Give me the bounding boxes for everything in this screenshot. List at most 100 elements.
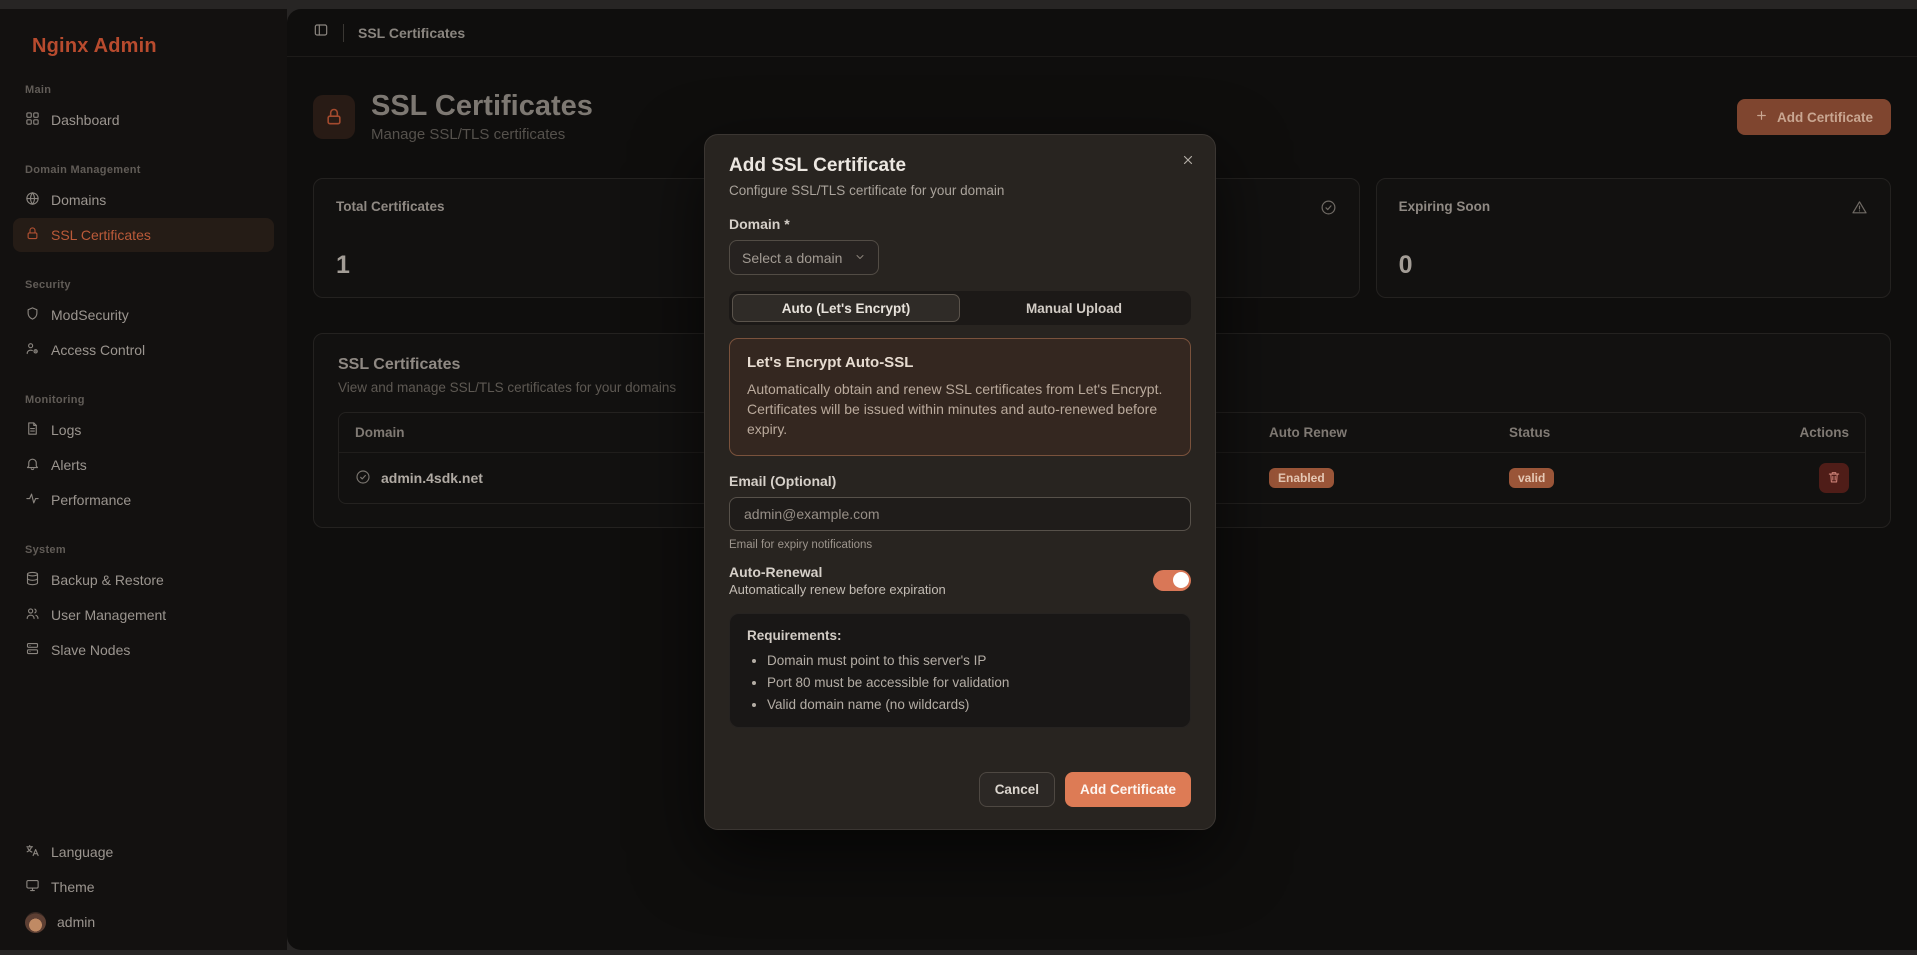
section-label: Security (25, 279, 71, 291)
tab-manual-upload[interactable]: Manual Upload (960, 294, 1188, 322)
sidebar-item-label: admin (57, 914, 96, 930)
sidebar-item-label: Access Control (51, 342, 146, 358)
info-box-body: Automatically obtain and renew SSL certi… (747, 381, 1163, 437)
domain-select-value: Select a domain (742, 249, 843, 266)
stat-label: Expiring Soon (1398, 199, 1491, 214)
sidebar-item-language[interactable]: Language (13, 835, 274, 869)
sidebar-item-modsecurity[interactable]: ModSecurity (13, 298, 274, 332)
sidebar-item-label: Logs (51, 422, 82, 438)
section-label: System (25, 544, 66, 556)
column-header-actions: Actions (1799, 425, 1849, 440)
sidebar-item-access-control[interactable]: Access Control (13, 333, 274, 367)
globe-icon (25, 191, 40, 209)
stat-value: 0 (1398, 251, 1413, 279)
submit-add-certificate-button[interactable]: Add Certificate (1064, 772, 1191, 807)
close-icon[interactable] (1177, 149, 1199, 174)
modal-subtitle: Configure SSL/TLS certificate for your d… (729, 183, 1005, 198)
email-field-label: Email (Optional) (729, 472, 837, 489)
language-icon (25, 843, 40, 861)
certificate-mode-tabs: Auto (Let's Encrypt) Manual Upload (729, 291, 1191, 325)
section-label: Monitoring (25, 394, 85, 406)
domain-field-label: Domain * (729, 216, 790, 232)
sidebar-item-label: Alerts (51, 457, 87, 473)
page-lock-icon (313, 95, 355, 139)
status-cell: valid (1509, 468, 1739, 488)
sidebar-item-label: Dashboard (51, 112, 120, 128)
stat-card-expiring: Expiring Soon 0 (1375, 178, 1891, 298)
section-label: Domain Management (25, 164, 141, 176)
sidebar-item-domains[interactable]: Domains (13, 183, 274, 217)
section-label: Main (25, 84, 52, 96)
sidebar: Nginx Admin Main Dashboard Domain Manage… (0, 9, 287, 950)
sidebar-item-label: User Management (51, 607, 167, 623)
auto-renewal-toggle[interactable] (1153, 569, 1191, 591)
bell-icon (25, 456, 40, 474)
requirement-item: Port 80 must be accessible for validatio… (767, 675, 1173, 690)
sidebar-item-alerts[interactable]: Alerts (13, 448, 274, 482)
stat-value: 1 (336, 251, 350, 279)
info-box-title: Let's Encrypt Auto-SSL (747, 354, 914, 371)
user-key-icon (25, 341, 40, 359)
auto-renewal-description: Automatically renew before expiration (729, 581, 946, 597)
sidebar-item-logs[interactable]: Logs (13, 413, 274, 447)
sidebar-item-slave-nodes[interactable]: Slave Nodes (13, 633, 274, 667)
brand-logo: Nginx Admin (32, 35, 157, 57)
user-avatar (25, 911, 46, 933)
cancel-button[interactable]: Cancel (978, 772, 1055, 807)
lock-icon (25, 226, 40, 244)
app-screen: Nginx Admin Main Dashboard Domain Manage… (0, 0, 1917, 955)
shield-icon (25, 306, 40, 324)
tab-auto-lets-encrypt[interactable]: Auto (Let's Encrypt) (732, 294, 960, 322)
auto-renew-cell: Enabled (1269, 468, 1509, 488)
requirement-item: Valid domain name (no wildcards) (767, 697, 1173, 712)
sidebar-toggle-icon[interactable] (313, 22, 329, 43)
sidebar-footer: Language Theme admin (0, 834, 287, 950)
email-input[interactable] (729, 496, 1191, 531)
monitor-icon (25, 878, 40, 896)
sidebar-item-label: Slave Nodes (51, 642, 131, 658)
sidebar-item-performance[interactable]: Performance (13, 483, 274, 517)
lets-encrypt-info-box: Let's Encrypt Auto-SSL Automatically obt… (729, 338, 1191, 456)
check-circle-icon (355, 469, 371, 488)
sidebar-section-monitoring: Monitoring Logs Alerts Performance (0, 394, 287, 518)
sidebar-item-label: Backup & Restore (51, 572, 164, 588)
modal-footer: Cancel Add Certificate (729, 772, 1191, 807)
email-helper-text: Email for expiry notifications (729, 538, 873, 551)
check-circle-icon (1320, 199, 1337, 221)
delete-certificate-button[interactable] (1819, 463, 1849, 493)
sidebar-item-dashboard[interactable]: Dashboard (13, 103, 274, 137)
chevron-down-icon (854, 250, 866, 266)
topbar-separator (343, 23, 344, 42)
sidebar-item-backup-restore[interactable]: Backup & Restore (13, 563, 274, 597)
column-header-auto-renew: Auto Renew (1269, 425, 1348, 440)
page-subtitle: Manage SSL/TLS certificates (371, 126, 566, 144)
topbar: SSL Certificates (287, 9, 1917, 57)
users-icon (25, 606, 40, 624)
domain-select[interactable]: Select a domain (729, 240, 879, 275)
toggle-knob (1172, 572, 1189, 589)
add-ssl-certificate-modal: Add SSL Certificate Configure SSL/TLS ce… (704, 134, 1216, 830)
page-title: SSL Certificates (371, 89, 593, 122)
page-title-block: SSL Certificates Manage SSL/TLS certific… (371, 89, 593, 144)
dashboard-grid-icon (25, 111, 40, 129)
warning-triangle-icon (1851, 199, 1868, 221)
domain-name: admin.4sdk.net (381, 470, 483, 486)
breadcrumb: SSL Certificates (358, 24, 466, 41)
column-header-status: Status (1509, 425, 1551, 440)
sidebar-item-ssl-certificates[interactable]: SSL Certificates (13, 218, 274, 252)
activity-icon (25, 491, 40, 509)
auto-renewal-row: Auto-Renewal Automatically renew before … (729, 564, 1191, 597)
sidebar-item-admin-user[interactable]: admin (13, 905, 274, 939)
add-certificate-button[interactable]: Add Certificate (1736, 99, 1891, 135)
status-badge: valid (1509, 468, 1555, 488)
sidebar-item-user-management[interactable]: User Management (13, 598, 274, 632)
auto-renew-badge: Enabled (1269, 468, 1334, 488)
requirement-item: Domain must point to this server's IP (767, 653, 1173, 668)
auto-renewal-text-block: Auto-Renewal Automatically renew before … (729, 564, 946, 597)
actions-cell (1739, 463, 1849, 493)
file-text-icon (25, 421, 40, 439)
sidebar-item-label: Performance (51, 492, 132, 508)
sidebar-item-label: SSL Certificates (51, 227, 151, 243)
sidebar-item-theme[interactable]: Theme (13, 870, 274, 904)
requirements-box: Requirements: Domain must point to this … (729, 612, 1191, 728)
